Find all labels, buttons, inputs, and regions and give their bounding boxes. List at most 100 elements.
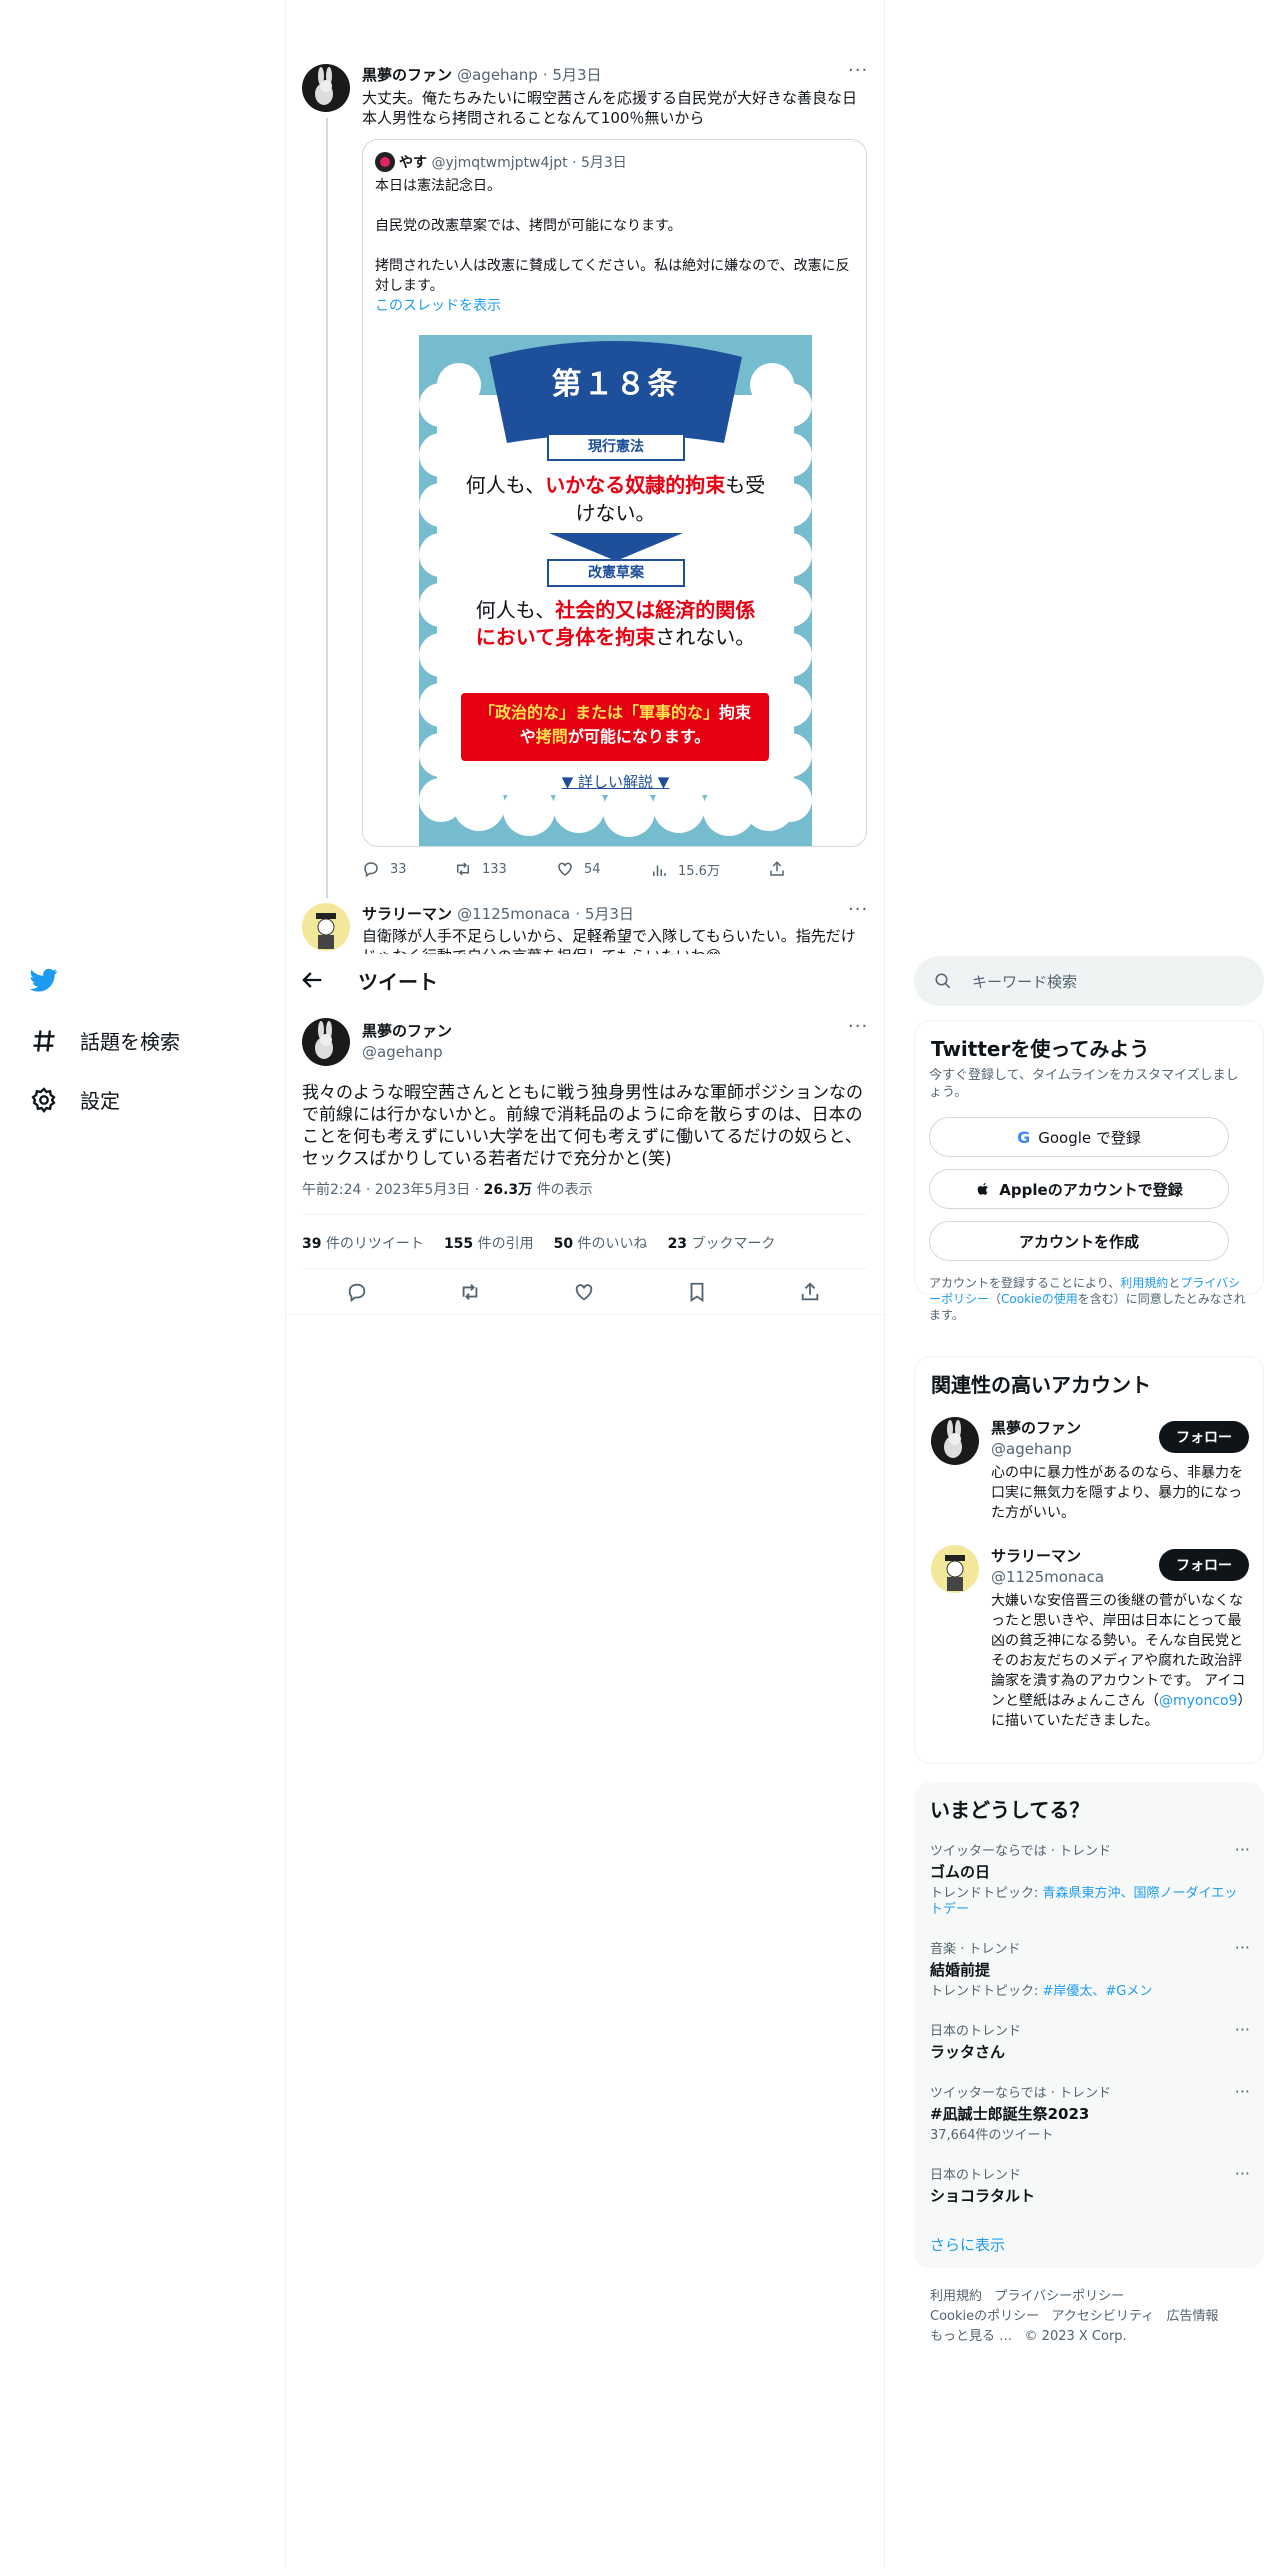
trend-item[interactable]: 音楽 · トレンド 結婚前提 トレンドトピック: #岸優太、#Gメン ··· [930,1938,1250,2000]
account-name-block[interactable]: 黒夢のファン @agehanp [991,1417,1081,1458]
tweet-author-name[interactable]: 黒夢のファン [362,66,452,84]
legal-text: アカウントを登録することにより、 [929,1276,1121,1290]
avatar[interactable] [302,903,350,951]
trend-category: 日本のトレンド [930,2024,1022,2039]
trend-name: ラッタさん [930,2043,1006,2061]
views-button[interactable]: 15.6万 [650,860,720,879]
tweet-author-handle[interactable]: @1125monaca [457,905,570,923]
trend-item[interactable]: 日本のトレンド ショコラタルト ··· [930,2164,1250,2206]
apple-signup-label: Appleのアカウントで登録 [999,1180,1183,1199]
main-author[interactable]: 黒夢のファン @agehanp [362,1020,452,1061]
stat-bookmarks[interactable]: 23 ブックマーク [668,1233,776,1253]
cookie-link[interactable]: Cookieの使用 [1001,1292,1078,1306]
footer-accessibility-link[interactable]: アクセシビリティ [1052,2309,1155,2324]
tweet-date[interactable]: · 5月3日 [575,905,634,923]
nav-explore[interactable]: 話題を検索 [30,1026,180,1055]
thread-line [326,118,328,898]
main-tweet-meta: 午前2:24 · 2023年5月3日 · 26.3万 件の表示 [302,1179,593,1199]
retweet-button[interactable]: 133 [454,860,507,878]
share-button[interactable] [799,1281,821,1307]
main-author-name[interactable]: 黒夢のファン [362,1020,452,1041]
follow-button[interactable]: フォロー [1159,1549,1249,1581]
related-accounts-panel: 関連性の高いアカウント 黒夢のファン @agehanp フォロー 心の中に暴力性… [914,1356,1264,1764]
stat-quotes[interactable]: 155 件の引用 [444,1233,534,1253]
divider [302,1214,867,1215]
footer-more-link[interactable]: もっと見る … [930,2329,1012,2344]
quote-line: 本日は憲法記念日。 [375,178,501,194]
trends-panel: いまどうしてる？ ツイッターならでは · トレンド ゴムの日 トレンドトピック:… [914,1782,1264,2268]
search-input[interactable]: キーワード検索 [972,971,1077,992]
tweet-author-name[interactable]: サラリーマン [362,905,452,923]
stat-retweets-label: 件のリツイート [321,1236,424,1252]
footer-terms-link[interactable]: 利用規約 [930,2289,982,2304]
avatar[interactable] [931,1417,979,1465]
warning-text: 「政治的な」または「軍事的な」 [478,703,719,722]
twitter-logo-icon[interactable] [28,966,60,998]
stat-bookmarks-label: ブックマーク [687,1236,776,1252]
avatar[interactable] [302,64,350,112]
more-icon[interactable]: ··· [1235,1840,1250,1859]
trend-item[interactable]: ツイッターならでは · トレンド ゴムの日 トレンドトピック: 青森県東方沖、国… [930,1840,1250,1918]
quote-header: やす @yjmqtwmjptw4jpt · 5月3日 [399,152,627,172]
retweet-button[interactable] [459,1281,481,1307]
main-author-handle[interactable]: @agehanp [362,1043,452,1061]
trend-category: ツイッターならでは · トレンド [930,1844,1112,1859]
back-arrow-icon[interactable] [298,966,326,994]
current-text: 何人も、いかなる奴隷的拘束も受けない。 [459,471,772,527]
quote-image[interactable]: 第１８条 現行憲法 何人も、いかなる奴隷的拘束も受けない。 改憲草案 何人も、社… [419,335,812,846]
footer-cookie-link[interactable]: Cookieのポリシー [930,2309,1039,2324]
more-icon[interactable]: ··· [1235,2020,1250,2039]
more-icon[interactable]: ··· [1235,2082,1250,2101]
bio-mention-link[interactable]: @myonco9 [1159,1693,1238,1709]
main-tweet-time[interactable]: 午前2:24 · 2023年5月3日 · [302,1182,484,1198]
main-tweet-views: 26.3万 [483,1182,533,1198]
avatar[interactable] [302,1018,350,1066]
like-button[interactable] [573,1281,595,1307]
signup-title: Twitterを使ってみよう [931,1037,1150,1061]
main-tweet-views-label: 件の表示 [532,1182,593,1198]
share-button[interactable] [768,860,786,878]
footer-privacy-link[interactable]: プライバシーポリシー [994,2289,1124,2304]
quote-author-handle: @yjmqtwmjptw4jpt [431,155,568,171]
stat-likes-label: 件のいいね [573,1236,648,1252]
trend-topics-link[interactable]: #岸優太、#Gメン [1043,1984,1153,1999]
stat-likes[interactable]: 50 件のいいね [554,1233,648,1253]
reply-icon [348,1283,366,1303]
more-icon[interactable]: ··· [848,899,868,920]
more-icon[interactable]: ··· [1235,2164,1250,2183]
like-button[interactable]: 54 [556,860,601,878]
google-signup-button[interactable]: G Google で登録 [929,1117,1229,1157]
apple-signup-button[interactable]: Appleのアカウントで登録 [929,1169,1229,1209]
draft-label: 改憲草案 [547,559,685,587]
nav-explore-label: 話題を検索 [80,1030,180,1054]
more-icon[interactable]: ··· [848,60,868,81]
nav-settings[interactable]: 設定 [30,1085,120,1114]
more-icon[interactable]: ··· [848,1016,868,1037]
search-bar[interactable]: キーワード検索 [914,956,1264,1006]
stat-retweets[interactable]: 39 件のリツイート [302,1233,424,1253]
more-icon[interactable]: ··· [1235,1938,1250,1957]
bookmark-button[interactable] [686,1281,708,1307]
tweet-date[interactable]: · 5月3日 [543,66,602,84]
trend-item[interactable]: ツイッターならでは · トレンド #凪誠士郎誕生祭2023 37,664件のツイ… [930,2082,1250,2144]
show-thread-link[interactable]: このスレッドを表示 [375,296,855,316]
footer-ads-link[interactable]: 広告情報 [1167,2309,1219,2324]
terms-link[interactable]: 利用規約 [1120,1276,1168,1290]
trend-name: #凪誠士郎誕生祭2023 [930,2105,1090,2123]
account-bio: 大嫌いな安倍晋三の後継の菅がいなくなったと思いきや、岸田は日本にとって最凶の貧乏… [991,1591,1253,1731]
create-account-button[interactable]: アカウントを作成 [929,1221,1229,1261]
reply-button[interactable] [346,1281,368,1307]
trend-category: ツイッターならでは · トレンド [930,2086,1112,2101]
account-name-block[interactable]: サラリーマン @1125monaca [991,1545,1104,1586]
tweet-author-handle[interactable]: @agehanp [457,66,538,84]
current-constitution-label: 現行憲法 [547,433,685,461]
avatar[interactable] [931,1545,979,1593]
tweet-text: 大丈夫。俺たちみたいに暇空茜さんを応援する自民党が大好きな善良な日本人男性なら拷… [362,89,858,127]
show-more-link[interactable]: さらに表示 [930,2234,1005,2255]
quoted-tweet[interactable]: やす @yjmqtwmjptw4jpt · 5月3日 本日は憲法記念日。 自民党… [362,139,867,847]
footer-row: 利用規約 プライバシーポリシー [930,2285,1124,2304]
trend-item[interactable]: 日本のトレンド ラッタさん ··· [930,2020,1250,2062]
signup-legal: アカウントを登録することにより、利用規約とプライバシーポリシー（Cookieの使… [929,1275,1249,1323]
follow-button[interactable]: フォロー [1159,1421,1249,1453]
reply-button[interactable]: 33 [362,860,407,878]
